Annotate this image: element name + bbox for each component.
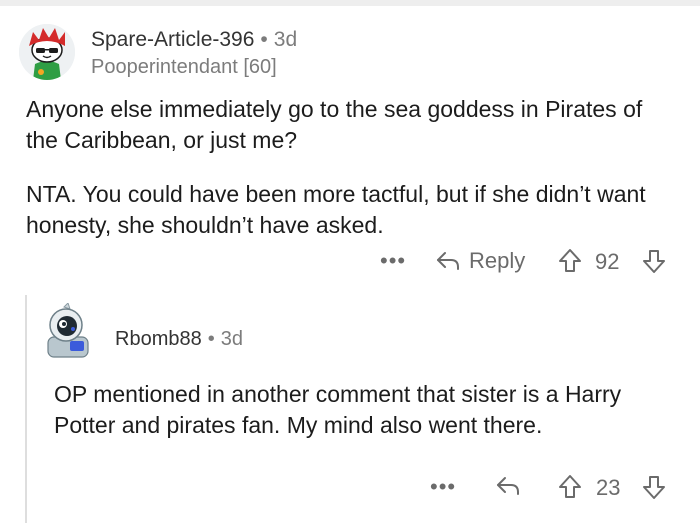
comment-actions: ••• Reply 92 [380,246,680,278]
snoo-avatar-icon [19,24,75,80]
reply-text: OP mentioned in another comment that sis… [54,381,622,438]
vote-score: 92 [595,249,619,275]
reply-label: Reply [469,248,526,273]
comment-author-line: Spare-Article-396 • 3d [91,28,297,52]
reply-button[interactable] [495,475,521,497]
score-value: 23 [596,475,621,500]
score-value: 92 [595,249,620,274]
more-options-icon: ••• [380,248,407,273]
separator-dot: • [260,28,268,51]
more-options-button[interactable]: ••• [380,248,406,274]
reply-actions: ••• 23 [430,472,680,504]
reply-author[interactable]: Rbomb88 [115,328,202,350]
snoo-avatar-icon [47,303,89,358]
upvote-button[interactable] [558,248,582,274]
user-avatar[interactable] [19,24,75,80]
thread-line[interactable] [25,295,27,523]
reply-arrow-icon [497,477,519,495]
reply-age: 3d [220,328,243,350]
reply-arrow-icon [437,252,459,270]
reply-author-line: Rbomb88 • 3d [115,328,243,351]
vote-score: 23 [596,475,620,501]
comment-paragraph: Anyone else immediately go to the sea go… [26,96,643,153]
upvote-icon [559,475,581,498]
downvote-button[interactable] [642,474,666,500]
separator-dot: • [207,328,215,350]
more-options-icon: ••• [430,474,457,499]
comment-author[interactable]: Spare-Article-396 [91,28,254,51]
more-options-button[interactable]: ••• [430,474,456,500]
downvote-button[interactable] [642,248,666,274]
downvote-icon [643,250,665,273]
reply-user-avatar[interactable] [40,303,96,359]
comment-paragraph: NTA. You could have been more tactful, b… [26,181,646,238]
top-divider [0,0,700,6]
upvote-button[interactable] [558,474,582,500]
comment-age: 3d [273,28,298,51]
user-flair: Pooperintendant [60] [91,56,277,78]
reply-button[interactable]: Reply [435,248,525,274]
upvote-icon [559,249,581,272]
downvote-icon [643,476,665,499]
